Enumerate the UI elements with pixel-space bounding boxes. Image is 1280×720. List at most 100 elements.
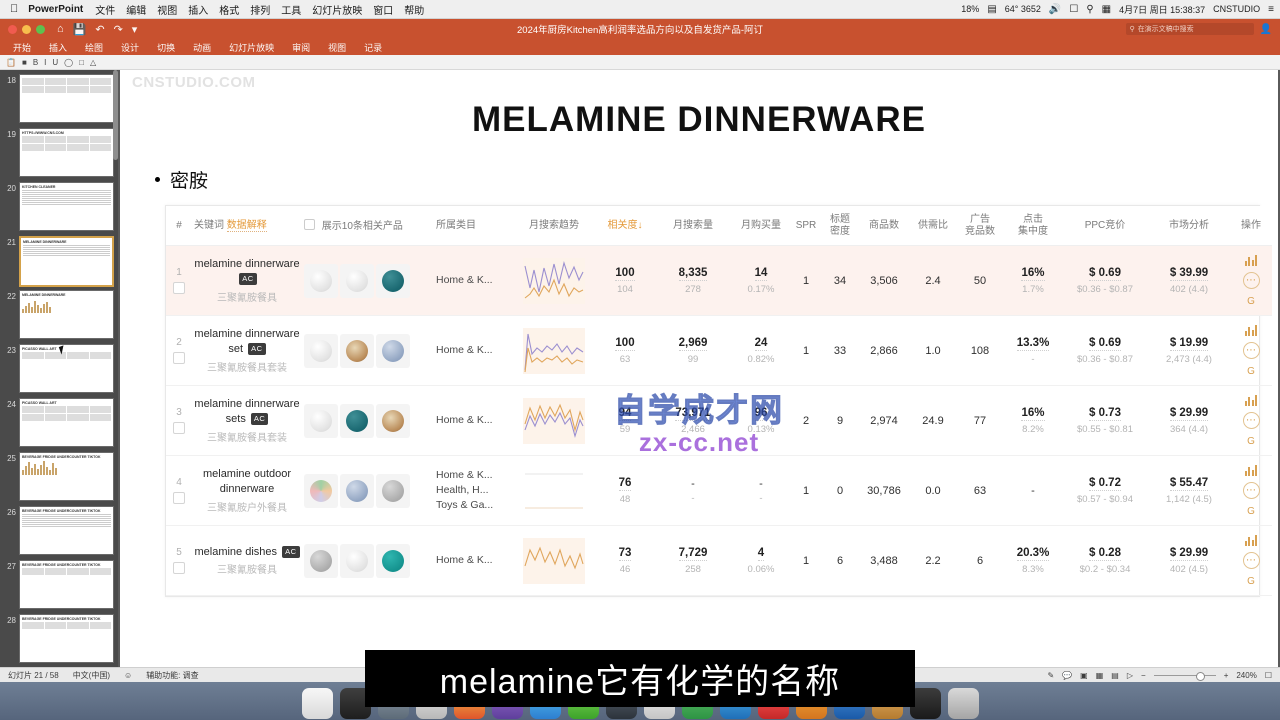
product-thumbnail[interactable] bbox=[376, 543, 410, 578]
thumbnail-item[interactable]: 18 bbox=[0, 72, 118, 126]
comments-icon[interactable]: 💬 bbox=[1062, 671, 1072, 680]
thumbnail-preview[interactable]: BEVERAGE FRIDGE UNDERCOUNTER TIKTOK bbox=[19, 452, 114, 501]
minimize-window-button[interactable] bbox=[22, 24, 31, 34]
col-header-show-related[interactable]: 展示10条相关产品 bbox=[302, 206, 434, 246]
reading-view-button[interactable]: ▤ bbox=[1111, 671, 1119, 680]
search-trend-cell[interactable] bbox=[512, 525, 596, 596]
thumbnail-preview[interactable]: PICASSO WALL ART bbox=[19, 398, 114, 447]
ribbon-tab-view[interactable]: 视图 bbox=[319, 41, 355, 54]
fit-to-window-button[interactable]: ☐ bbox=[1265, 671, 1272, 680]
accessibility-status[interactable]: 辅助功能: 调查 bbox=[146, 670, 198, 681]
ribbon-tab-review[interactable]: 审阅 bbox=[283, 41, 319, 54]
menubar-username[interactable]: CNSTUDIO bbox=[1213, 4, 1260, 14]
shape-circle-icon[interactable]: ◯ bbox=[64, 58, 73, 67]
table-row[interactable]: 2 melamine dinnerware set AC 三聚氰胺餐具套装 Ho… bbox=[166, 315, 1272, 386]
col-header-spr[interactable]: SPR bbox=[790, 206, 822, 246]
thumbnail-preview[interactable]: BEVERAGE FRIDGE UNDERCOUNTER TIKTOK bbox=[19, 614, 114, 663]
product-images-cell[interactable] bbox=[302, 315, 434, 386]
row-checkbox[interactable] bbox=[173, 352, 185, 364]
maximize-window-button[interactable] bbox=[36, 24, 45, 34]
product-thumbnail[interactable] bbox=[376, 263, 410, 298]
menu-item-edit[interactable]: 编辑 bbox=[126, 2, 146, 17]
ribbon-tab-record[interactable]: 记录 bbox=[355, 41, 391, 54]
menu-item-help[interactable]: 帮助 bbox=[404, 2, 424, 17]
google-trends-icon[interactable]: G bbox=[1244, 504, 1259, 519]
search-trend-cell[interactable] bbox=[512, 245, 596, 316]
keyword-cell[interactable]: melamine dinnerware AC 三聚氰胺餐具 bbox=[192, 245, 302, 316]
col-header-monthly-purchase[interactable]: 月购买量 bbox=[732, 206, 790, 246]
thumbnail-item[interactable]: 24 PICASSO WALL ART bbox=[0, 396, 118, 450]
product-thumbnail[interactable] bbox=[376, 403, 410, 438]
product-thumbnail[interactable] bbox=[376, 333, 410, 368]
keyword-table[interactable]: # 关键词 数据解释 展示10条相关产品 所属类目 月搜索趋势 相关度↓ 月搜索… bbox=[165, 205, 1272, 597]
bar-chart-icon[interactable] bbox=[1244, 462, 1259, 477]
close-window-button[interactable] bbox=[8, 24, 17, 34]
actions-cell[interactable]: ⋯ G bbox=[1230, 525, 1272, 596]
slide-thumbnail-panel[interactable]: 18 19 HTTPS://WWW.CNS.COM 20 KITCHEN CLE… bbox=[0, 70, 118, 667]
row-select-cell[interactable]: 3 bbox=[166, 385, 192, 456]
col-header-click-concentration[interactable]: 点击 集中度 bbox=[1004, 206, 1062, 246]
zoom-slider-knob[interactable] bbox=[1195, 671, 1205, 681]
row-checkbox[interactable] bbox=[173, 422, 185, 434]
row-select-cell[interactable]: 4 bbox=[166, 455, 192, 526]
thumbnail-item[interactable]: 27 BEVERAGE FRIDGE UNDERCOUNTER TIKTOK bbox=[0, 558, 118, 612]
menu-item-slideshow[interactable]: 幻灯片放映 bbox=[312, 2, 362, 17]
keyword-cell[interactable]: melamine dinnerware sets AC 三聚氰胺餐具套装 bbox=[192, 385, 302, 456]
col-header-monthly-search[interactable]: 月搜索量 bbox=[654, 206, 732, 246]
dock-finder-icon[interactable] bbox=[301, 688, 333, 719]
col-header-market-analysis[interactable]: 市场分析 bbox=[1148, 206, 1230, 246]
more-options-icon[interactable]: ⋯ bbox=[1242, 552, 1260, 569]
keyword-cell[interactable]: melamine dishes AC 三聚氰胺餐具 bbox=[192, 525, 302, 596]
save-icon[interactable]: 💾 bbox=[73, 23, 87, 36]
more-options-icon[interactable]: ⋯ bbox=[1242, 272, 1260, 289]
notes-icon[interactable]: ✎ bbox=[1048, 671, 1055, 680]
keyword-cell[interactable]: melamine dinnerware set AC 三聚氰胺餐具套装 bbox=[192, 315, 302, 386]
thumbnail-item[interactable]: 25 BEVERAGE FRIDGE UNDERCOUNTER TIKTOK bbox=[0, 450, 118, 504]
thumbnail-preview[interactable]: PICASSO WALL ART bbox=[19, 344, 114, 393]
customize-toolbar-icon[interactable]: ▾ bbox=[132, 23, 138, 36]
bar-chart-icon[interactable] bbox=[1244, 392, 1259, 407]
menu-item-insert[interactable]: 插入 bbox=[188, 2, 208, 17]
search-input[interactable]: ⚲ 在演示文稿中搜索 bbox=[1125, 23, 1254, 35]
product-thumbnail[interactable] bbox=[304, 263, 338, 298]
undo-icon[interactable]: ↶ bbox=[95, 23, 104, 36]
ribbon-tab-design[interactable]: 设计 bbox=[112, 41, 148, 54]
col-header-relevance[interactable]: 相关度↓ bbox=[596, 206, 654, 246]
ribbon-tab-home[interactable]: 开始 bbox=[4, 41, 40, 54]
google-trends-icon[interactable]: G bbox=[1244, 574, 1259, 589]
more-options-icon[interactable]: ⋯ bbox=[1242, 412, 1260, 429]
thumbnail-item[interactable]: 29 BEVERAGE FRIDGE UNDERCOUNTER TIKTOK bbox=[0, 666, 118, 667]
thumbnail-item[interactable]: 28 BEVERAGE FRIDGE UNDERCOUNTER TIKTOK bbox=[0, 612, 118, 666]
product-thumbnail[interactable] bbox=[376, 473, 410, 508]
actions-cell[interactable]: ⋯ G bbox=[1230, 385, 1272, 456]
product-thumbnail[interactable] bbox=[304, 543, 338, 578]
font-color-icon[interactable]: ■ bbox=[22, 58, 27, 67]
redo-icon[interactable]: ↷ bbox=[114, 23, 123, 36]
thumbnail-preview[interactable]: KITCHEN CLEANER bbox=[19, 182, 114, 231]
more-options-icon[interactable]: ⋯ bbox=[1242, 482, 1260, 499]
menu-item-window[interactable]: 窗口 bbox=[373, 2, 393, 17]
bar-chart-icon[interactable] bbox=[1244, 532, 1259, 547]
thumbnail-preview[interactable]: HTTPS://WWW.CNS.COM bbox=[19, 128, 114, 177]
control-center-icon[interactable]: ▦ bbox=[1102, 4, 1111, 15]
product-thumbnail[interactable] bbox=[340, 473, 374, 508]
col-header-ad-competitors[interactable]: 广告 竞品数 bbox=[956, 206, 1004, 246]
thumbnail-item[interactable]: 20 KITCHEN CLEANER bbox=[0, 180, 118, 234]
menubar-app-name[interactable]: PowerPoint bbox=[28, 4, 83, 15]
col-header-category[interactable]: 所属类目 bbox=[434, 206, 512, 246]
product-thumbnail[interactable] bbox=[340, 543, 374, 578]
col-header-search-trend[interactable]: 月搜索趋势 bbox=[512, 206, 596, 246]
thumbnail-preview[interactable]: MELAMINE DINNERWARE bbox=[19, 290, 114, 339]
col-header-keyword[interactable]: 关键词 数据解释 bbox=[192, 206, 302, 246]
underline-icon[interactable]: U bbox=[52, 58, 58, 67]
language-indicator[interactable]: 中文(中国) bbox=[73, 670, 110, 681]
thumbnail-item[interactable]: 22 MELAMINE DINNERWARE bbox=[0, 288, 118, 342]
apple-icon[interactable]:  bbox=[10, 3, 18, 15]
row-checkbox[interactable] bbox=[173, 282, 185, 294]
product-thumbnail[interactable] bbox=[340, 403, 374, 438]
row-checkbox[interactable] bbox=[173, 562, 185, 574]
airplay-icon[interactable]: ☐ bbox=[1069, 4, 1078, 15]
search-trend-cell[interactable] bbox=[512, 455, 596, 526]
ribbon-tab-insert[interactable]: 插入 bbox=[40, 41, 76, 54]
normal-view-button[interactable]: ▣ bbox=[1080, 671, 1088, 680]
